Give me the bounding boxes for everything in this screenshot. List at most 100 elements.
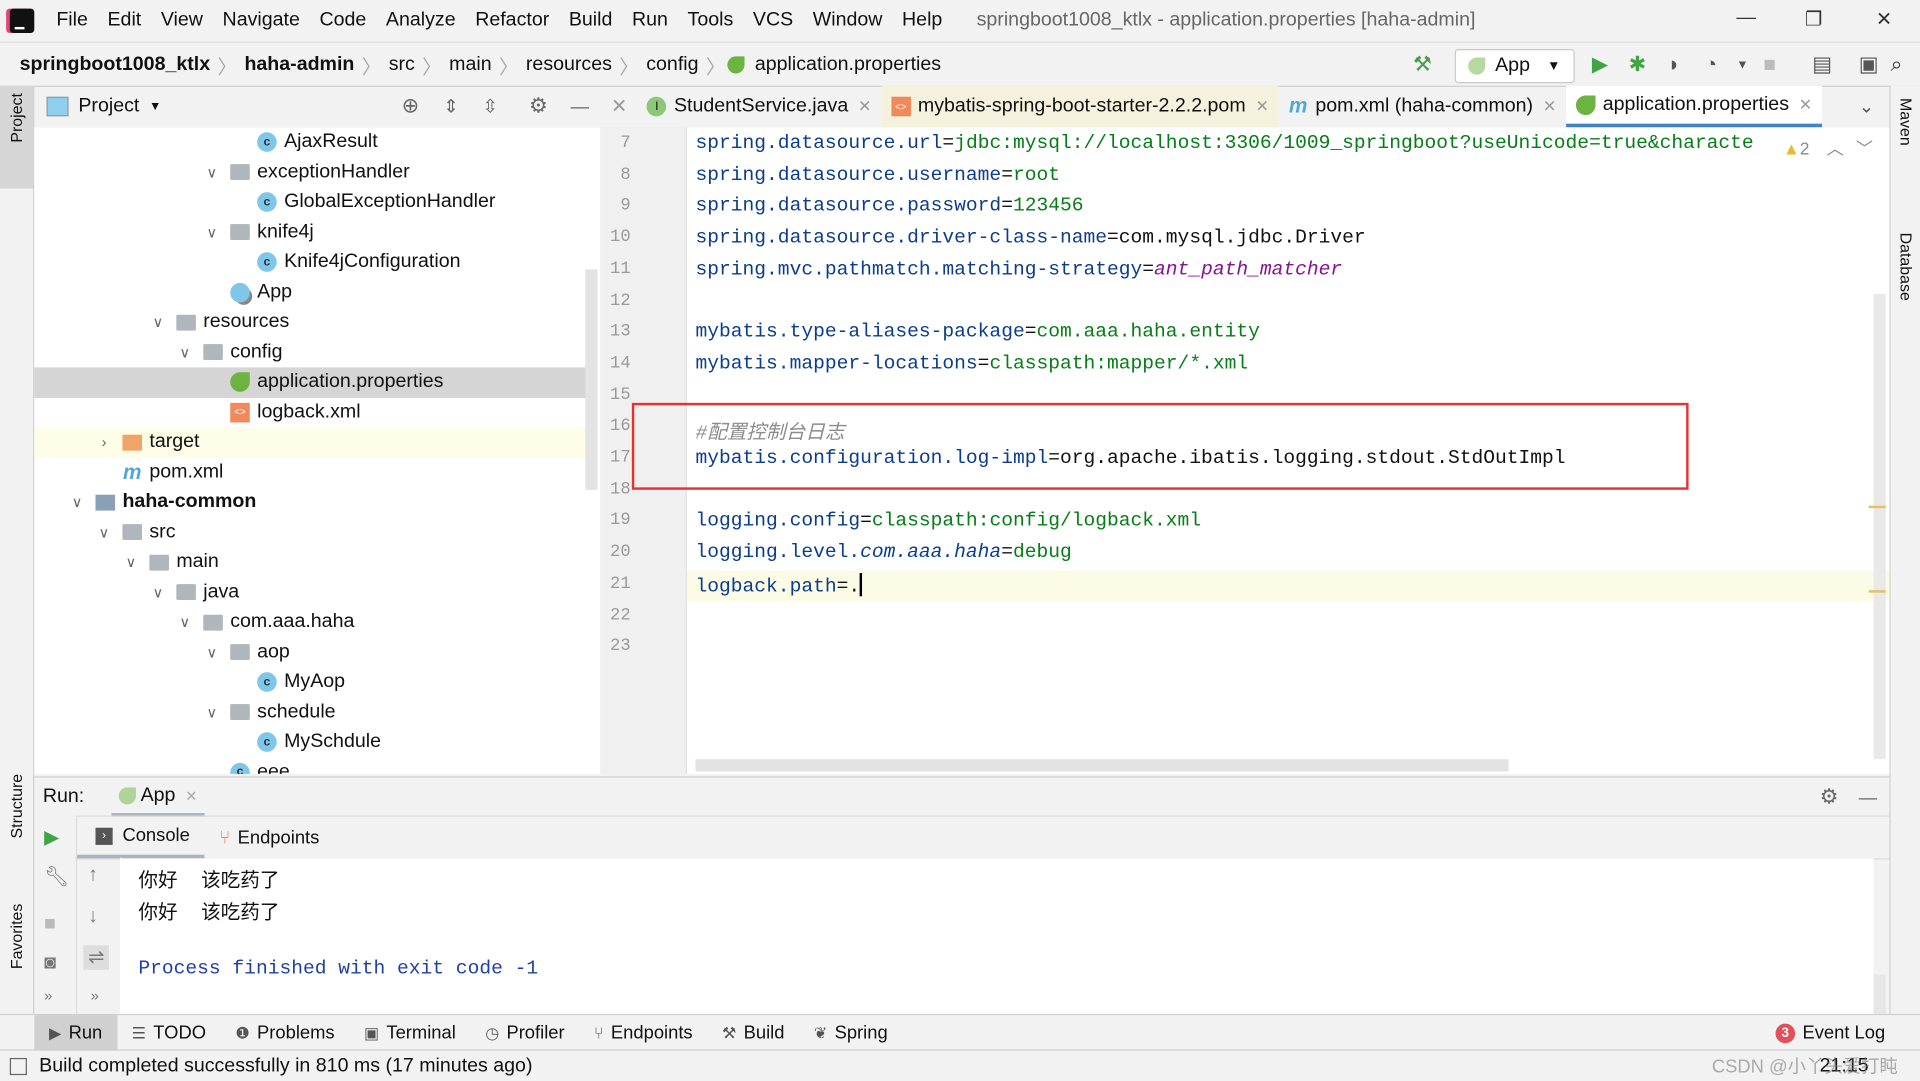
- tree-item[interactable]: App: [34, 277, 587, 307]
- close-tab-icon[interactable]: ✕: [1543, 97, 1556, 117]
- search-icon[interactable]: ⌕: [1891, 53, 1903, 77]
- console-tab[interactable]: › Console: [75, 817, 205, 859]
- menu-file[interactable]: File: [47, 10, 98, 32]
- chevron-down-icon[interactable]: ∨: [149, 314, 166, 331]
- breadcrumb-item[interactable]: src: [384, 53, 420, 75]
- editor-horizontal-scrollbar[interactable]: [695, 759, 1509, 772]
- maven-tool-tab[interactable]: Maven: [1897, 98, 1915, 146]
- tool-button-todo[interactable]: ☰ TODO: [117, 1015, 221, 1051]
- status-toggle-icon[interactable]: [9, 1057, 27, 1075]
- database-tool-tab[interactable]: Database: [1897, 233, 1915, 301]
- breadcrumb-item[interactable]: haha-admin: [240, 53, 360, 75]
- locate-icon[interactable]: ⊕: [402, 94, 419, 118]
- gear-icon[interactable]: ⚙: [529, 94, 548, 118]
- soft-wrap-icon[interactable]: ⇌: [83, 945, 110, 970]
- tree-item[interactable]: ∨ java: [34, 577, 587, 607]
- gear-icon[interactable]: ⚙: [1820, 785, 1839, 809]
- tree-item[interactable]: m pom.xml: [34, 457, 587, 487]
- menu-navigate[interactable]: Navigate: [213, 10, 310, 32]
- breadcrumb-item[interactable]: config: [641, 53, 703, 75]
- more-icon[interactable]: »: [44, 987, 52, 1004]
- restore-button[interactable]: ❐: [1805, 7, 1823, 31]
- close-window-button[interactable]: ✕: [1876, 7, 1892, 31]
- editor-tab[interactable]: m pom.xml (haha-common) ✕: [1279, 86, 1566, 128]
- chevron-down-icon[interactable]: ∨: [69, 494, 86, 511]
- chevron-down-icon[interactable]: ∨: [176, 344, 193, 361]
- breadcrumb-item[interactable]: main: [444, 53, 496, 75]
- code-line[interactable]: mybatis.mapper-locations=classpath:mappe…: [696, 353, 1249, 375]
- error-stripe-mark[interactable]: [1868, 590, 1886, 593]
- chevron-down-icon[interactable]: ∨: [203, 644, 220, 661]
- chevron-right-icon[interactable]: ›: [96, 434, 113, 451]
- breadcrumb-item[interactable]: springboot1008_ktlx: [15, 53, 215, 75]
- menu-build[interactable]: Build: [559, 10, 622, 32]
- wrench-icon[interactable]: 🔧︎: [44, 864, 69, 888]
- code-line[interactable]: spring.mvc.pathmatch.matching-strategy=a…: [696, 258, 1343, 280]
- chevron-down-icon[interactable]: ∨: [149, 584, 166, 601]
- minimize-button[interactable]: —: [1736, 7, 1756, 29]
- tree-item[interactable]: ∨ main: [34, 547, 587, 577]
- close-tab-icon[interactable]: ✕: [601, 86, 637, 128]
- tree-item[interactable]: ∨ com.aaa.haha: [34, 607, 587, 637]
- build-hammer-icon[interactable]: ⚒: [1413, 53, 1432, 77]
- tree-item[interactable]: <> logback.xml: [34, 397, 587, 427]
- code-line[interactable]: spring.datasource.username=root: [696, 164, 1060, 186]
- project-tool-tab[interactable]: Project: [7, 93, 25, 143]
- close-tab-icon[interactable]: ✕: [1799, 95, 1812, 115]
- chevron-down-icon[interactable]: ▼: [149, 100, 161, 113]
- tree-item[interactable]: c eee: [34, 757, 587, 774]
- tree-scrollbar[interactable]: [585, 269, 598, 490]
- hide-panel-icon[interactable]: —: [571, 96, 589, 117]
- tree-item[interactable]: ∨ aop: [34, 637, 587, 667]
- editor-tab[interactable]: I StudentService.java ✕: [637, 86, 881, 128]
- chevron-down-icon[interactable]: ∨: [203, 224, 220, 241]
- code-line[interactable]: logging.config=classpath:config/logback.…: [696, 510, 1202, 532]
- code-line[interactable]: mybatis.type-aliases-package=com.aaa.hah…: [696, 321, 1260, 343]
- rerun-icon[interactable]: ▶: [44, 825, 59, 849]
- close-icon[interactable]: ✕: [185, 787, 197, 804]
- editor-vertical-scrollbar[interactable]: [1873, 293, 1886, 760]
- endpoints-tab[interactable]: ⑂ Endpoints: [205, 827, 334, 848]
- project-view-select[interactable]: Project: [78, 96, 139, 118]
- editor-tab[interactable]: application.properties ✕: [1566, 85, 1822, 128]
- up-arrow-icon[interactable]: ↑: [88, 864, 98, 886]
- tree-item[interactable]: c MySchdule: [34, 727, 587, 757]
- stop-icon[interactable]: ■: [44, 913, 56, 935]
- tree-item[interactable]: ∨ schedule: [34, 697, 587, 727]
- tree-item[interactable]: application.properties: [34, 367, 588, 398]
- chevron-down-icon[interactable]: ∨: [203, 164, 220, 181]
- tree-item[interactable]: ∨ config: [34, 337, 587, 367]
- tree-item[interactable]: c Knife4jConfiguration: [34, 247, 587, 277]
- menu-help[interactable]: Help: [892, 10, 952, 32]
- chevron-down-icon[interactable]: ∨: [96, 524, 113, 541]
- tab-list-chevron-icon[interactable]: ⌄: [1859, 96, 1874, 118]
- tree-item[interactable]: c AjaxResult: [34, 127, 587, 157]
- code-line[interactable]: logging.level.com.aaa.haha=debug: [696, 541, 1072, 563]
- editor-tab[interactable]: <> mybatis-spring-boot-starter-2.2.2.pom ✕: [881, 85, 1279, 128]
- code-line[interactable]: spring.datasource.password=123456: [696, 195, 1084, 217]
- run-config-select[interactable]: App ▼: [1454, 48, 1575, 84]
- tool-button-endpoints[interactable]: ⑂ Endpoints: [579, 1015, 707, 1051]
- tool-button-profiler[interactable]: ◷ Profiler: [471, 1015, 580, 1051]
- tool-button-run[interactable]: ▶ Run: [34, 1015, 117, 1051]
- console-scrollbar[interactable]: [1873, 974, 1886, 1014]
- tool-button-build[interactable]: ⚒ Build: [707, 1015, 799, 1051]
- error-stripe-mark[interactable]: [1868, 505, 1886, 509]
- menu-vcs[interactable]: VCS: [743, 10, 803, 32]
- tree-item[interactable]: ∨ resources: [34, 307, 587, 337]
- menu-edit[interactable]: Edit: [98, 10, 151, 32]
- collapse-all-icon[interactable]: ⇳: [482, 96, 497, 118]
- close-tab-icon[interactable]: ✕: [1255, 97, 1268, 117]
- event-log-button[interactable]: 3 Event Log: [1761, 1015, 1900, 1051]
- run-icon[interactable]: ▶: [1592, 53, 1608, 77]
- down-arrow-icon[interactable]: ↓: [88, 906, 98, 928]
- tree-item[interactable]: › target: [34, 427, 588, 458]
- more-icon[interactable]: »: [91, 987, 99, 1004]
- code-line[interactable]: spring.datasource.driver-class-name=com.…: [696, 227, 1366, 249]
- code-line[interactable]: spring.datasource.url=jdbc:mysql://local…: [696, 132, 1754, 154]
- tool-button-spring[interactable]: ❦ Spring: [799, 1015, 902, 1051]
- tree-item[interactable]: ∨ exceptionHandler: [34, 157, 587, 187]
- project-structure-icon[interactable]: ▤: [1812, 53, 1832, 77]
- coverage-icon[interactable]: ◗: [1668, 53, 1681, 77]
- menu-analyze[interactable]: Analyze: [376, 10, 465, 32]
